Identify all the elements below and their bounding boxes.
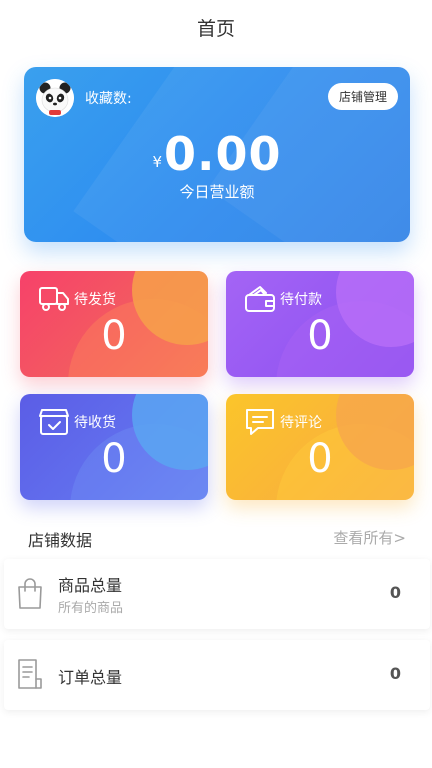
today-revenue-label: 今日营业额 bbox=[179, 183, 255, 201]
stat-label: 待付款 bbox=[280, 292, 322, 308]
stat-label: 待发货 bbox=[74, 292, 116, 308]
stat-count: 0 bbox=[307, 436, 333, 482]
view-all-link[interactable]: 查看所有> bbox=[333, 527, 406, 548]
revenue-card: 收藏数: 店铺管理 ¥0.00 今日营业额 bbox=[24, 67, 410, 242]
stat-count: 0 bbox=[101, 313, 127, 359]
stat-count: 0 bbox=[101, 436, 127, 482]
comment-icon bbox=[246, 409, 274, 435]
pending-shipment-card[interactable]: 待发货 0 bbox=[20, 271, 208, 377]
store-data-title: 店铺数据 bbox=[28, 531, 93, 550]
box-icon bbox=[39, 409, 69, 435]
total-products-row[interactable]: 商品总量 所有的商品 0 bbox=[4, 559, 430, 629]
pending-payment-card[interactable]: 待付款 0 bbox=[226, 271, 414, 377]
stat-count: 0 bbox=[307, 313, 333, 359]
row-value: 0 bbox=[389, 583, 401, 602]
receipt-icon bbox=[18, 659, 42, 689]
pending-review-card[interactable]: 待评论 0 bbox=[226, 394, 414, 500]
wallet-icon bbox=[245, 286, 275, 312]
row-subtitle: 所有的商品 bbox=[58, 601, 124, 616]
row-title: 订单总量 bbox=[58, 668, 123, 687]
total-orders-row[interactable]: 订单总量 0 bbox=[4, 640, 430, 710]
shopping-bag-icon bbox=[18, 578, 42, 609]
revenue-value: 0.00 bbox=[164, 127, 282, 181]
avatar[interactable] bbox=[36, 79, 74, 117]
currency-symbol: ¥ bbox=[152, 153, 163, 171]
row-title: 商品总量 bbox=[58, 576, 123, 595]
favorites-label: 收藏数: bbox=[85, 91, 132, 107]
stat-label: 待收货 bbox=[74, 415, 116, 431]
today-revenue-amount: ¥0.00 bbox=[24, 127, 410, 181]
truck-icon bbox=[39, 287, 69, 311]
stat-label: 待评论 bbox=[280, 415, 322, 431]
store-management-button[interactable]: 店铺管理 bbox=[328, 83, 398, 110]
page-title: 首页 bbox=[196, 18, 235, 40]
panda-avatar-icon bbox=[36, 79, 74, 117]
row-value: 0 bbox=[389, 664, 401, 683]
pending-receipt-card[interactable]: 待收货 0 bbox=[20, 394, 208, 500]
